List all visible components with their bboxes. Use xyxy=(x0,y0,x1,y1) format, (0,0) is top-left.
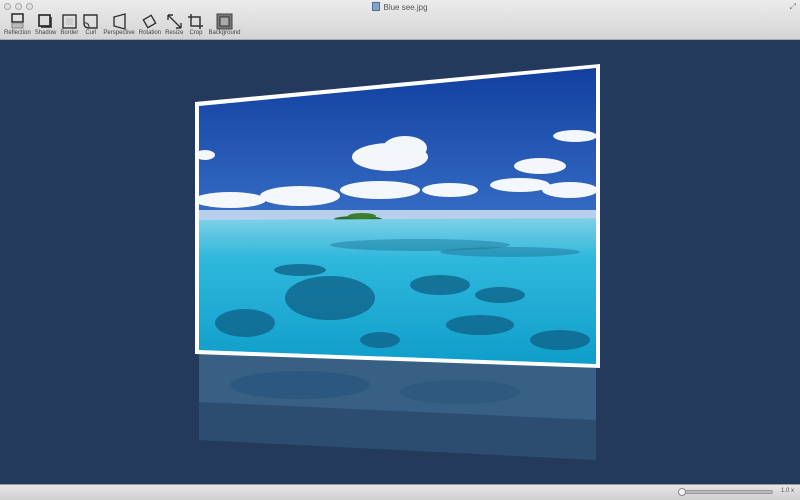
curl-icon xyxy=(83,14,99,29)
rotation-icon xyxy=(142,14,158,29)
background-tool-button[interactable]: Background xyxy=(206,13,242,36)
border-tool-button[interactable]: Border xyxy=(58,13,80,36)
perspective-tool-button[interactable]: Perspective xyxy=(101,13,136,36)
tool-label: Crop xyxy=(189,30,203,36)
background-icon xyxy=(216,13,233,30)
window-title: Blue see.jpg xyxy=(0,2,800,12)
resize-tool-button[interactable]: Resize xyxy=(163,13,185,36)
zoom-slider-track[interactable] xyxy=(681,490,773,494)
image-file-icon xyxy=(372,2,381,11)
window-title-text: Blue see.jpg xyxy=(383,3,428,12)
reflection-icon xyxy=(11,13,24,29)
border-icon xyxy=(62,14,77,29)
tool-label: Perspective xyxy=(103,30,135,36)
zoom-slider-thumb[interactable] xyxy=(678,488,686,496)
curl-tool-button[interactable]: Curl xyxy=(80,13,101,36)
shadow-tool-button[interactable]: Shadow xyxy=(33,13,59,36)
zoom-level: 1.0 x xyxy=(781,488,795,494)
perspective-icon xyxy=(112,13,126,30)
rotation-tool-button[interactable]: Rotation xyxy=(137,13,163,36)
resize-icon xyxy=(167,14,182,29)
image-canvas[interactable] xyxy=(0,40,800,484)
tool-label: Background xyxy=(208,30,241,36)
perspective-photo xyxy=(195,64,600,460)
tool-buttons: Reflection Shadow Border Curl Perspectiv… xyxy=(2,13,242,36)
reflection-tool-button[interactable]: Reflection xyxy=(2,13,33,36)
tool-label: Resize xyxy=(165,30,184,36)
crop-icon xyxy=(188,14,204,29)
tool-label: Rotation xyxy=(138,30,162,36)
tool-label: Shadow xyxy=(34,30,57,36)
crop-tool-button[interactable]: Crop xyxy=(185,13,206,36)
status-bar: 1.0 x xyxy=(0,484,800,500)
tool-label: Curl xyxy=(85,30,97,36)
tool-label: Reflection xyxy=(4,30,31,36)
fullscreen-icon[interactable]: ⤢ xyxy=(790,2,796,12)
photo-content xyxy=(199,68,596,364)
shadow-icon xyxy=(38,14,53,28)
tool-label: Border xyxy=(60,30,79,36)
app-window: Blue see.jpg ⤢ Reflection Shadow Border … xyxy=(0,0,800,500)
toolbar: Blue see.jpg ⤢ Reflection Shadow Border … xyxy=(0,0,800,40)
